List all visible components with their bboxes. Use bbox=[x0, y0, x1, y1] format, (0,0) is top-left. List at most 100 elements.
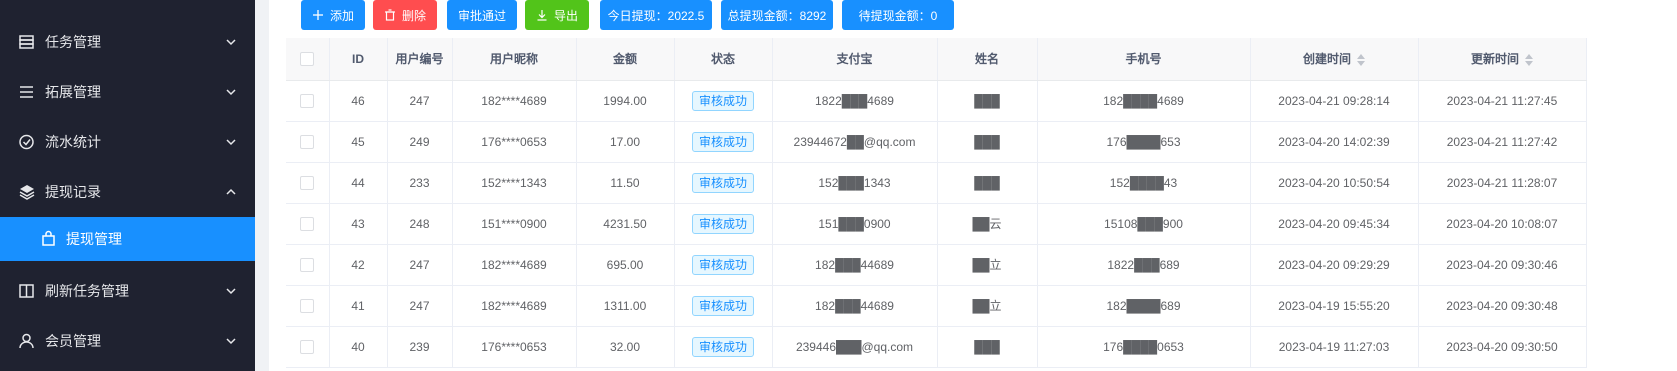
total-withdraw-button[interactable]: 总提现金额：8292 bbox=[721, 0, 833, 30]
cell-alipay: 239446███@qq.com bbox=[772, 326, 938, 368]
user-icon bbox=[18, 332, 36, 350]
cell-phone: 182████689 bbox=[1037, 285, 1251, 327]
cell-updated-time: 2023-04-20 09:30:50 bbox=[1418, 326, 1587, 368]
sidebar-item-refresh-task-management[interactable]: 刷新任务管理 bbox=[0, 266, 255, 316]
header-updated-time-label: 更新时间 bbox=[1470, 52, 1519, 67]
header-created-time-label: 创建时间 bbox=[1302, 52, 1351, 67]
add-button[interactable]: 添加 bbox=[301, 0, 365, 30]
cell-user-id: 247 bbox=[387, 244, 453, 286]
cell-status: 审核成功 bbox=[674, 80, 773, 122]
cell-id: 45 bbox=[329, 121, 388, 163]
cell-amount: 11.50 bbox=[576, 162, 675, 204]
row-checkbox[interactable] bbox=[300, 257, 315, 272]
delete-button-label: 删除 bbox=[401, 8, 426, 23]
cell-id: 46 bbox=[329, 80, 388, 122]
select-all-checkbox[interactable] bbox=[300, 52, 315, 67]
sort-icon[interactable] bbox=[1357, 54, 1365, 67]
table-row[interactable]: 42 247 182****4689 695.00 审核成功 182███44689 ██立… bbox=[286, 244, 1587, 286]
sidebar: 任务管理 拓展管理 流水统计 提现记录 提现管理 刷新任务管理 会员管理 bbox=[0, 0, 255, 371]
cell-created-time: 2023-04-20 10:50:54 bbox=[1250, 162, 1419, 204]
header-created-time[interactable]: 创建时间 bbox=[1250, 38, 1419, 81]
shopping-bag-icon bbox=[40, 230, 58, 248]
sidebar-item-label: 提现管理 bbox=[66, 231, 122, 247]
cell-created-time: 2023-04-21 09:28:14 bbox=[1250, 80, 1419, 122]
cell-created-time: 2023-04-19 11:27:03 bbox=[1250, 326, 1419, 368]
cell-amount: 1994.00 bbox=[576, 80, 675, 122]
cell-status: 审核成功 bbox=[674, 285, 773, 327]
export-button-label: 导出 bbox=[553, 8, 578, 23]
cell-name: ██立 bbox=[937, 285, 1038, 327]
table-row[interactable]: 41 247 182****4689 1311.00 审核成功 182███44689 ██… bbox=[286, 285, 1587, 327]
trash-icon bbox=[384, 9, 395, 21]
status-badge: 审核成功 bbox=[691, 295, 754, 316]
approve-button-label: 审批通过 bbox=[457, 8, 506, 23]
sidebar-item-withdraw-management[interactable]: 提现管理 bbox=[0, 217, 255, 261]
sidebar-item-flow-statistics[interactable]: 流水统计 bbox=[0, 117, 255, 167]
sidebar-item-withdraw-records[interactable]: 提现记录 bbox=[0, 167, 255, 217]
cell-amount: 4231.50 bbox=[576, 203, 675, 245]
row-select-cell bbox=[286, 121, 330, 163]
header-nickname: 用户昵称 bbox=[452, 38, 577, 81]
cell-name: ███ bbox=[937, 121, 1038, 163]
table-row[interactable]: 44 233 152****1343 11.50 审核成功 152███1343 ███ 15… bbox=[286, 162, 1587, 204]
row-checkbox[interactable] bbox=[300, 175, 315, 190]
table-row[interactable]: 43 248 151****0900 4231.50 审核成功 151███0900 ██云… bbox=[286, 203, 1587, 245]
cell-nickname: 151****0900 bbox=[452, 203, 577, 245]
row-checkbox[interactable] bbox=[300, 298, 315, 313]
cell-updated-time: 2023-04-20 09:30:48 bbox=[1418, 285, 1587, 327]
sidebar-item-label: 拓展管理 bbox=[45, 84, 101, 100]
cell-user-id: 249 bbox=[387, 121, 453, 163]
row-checkbox[interactable] bbox=[300, 93, 315, 108]
cell-nickname: 182****4689 bbox=[452, 244, 577, 286]
add-button-label: 添加 bbox=[329, 8, 354, 23]
row-checkbox[interactable] bbox=[300, 134, 315, 149]
status-badge: 审核成功 bbox=[691, 172, 754, 193]
cell-alipay: 152███1343 bbox=[772, 162, 938, 204]
cell-updated-time: 2023-04-20 10:08:07 bbox=[1418, 203, 1587, 245]
status-badge: 审核成功 bbox=[691, 254, 754, 275]
cell-updated-time: 2023-04-21 11:28:07 bbox=[1418, 162, 1587, 204]
pending-withdraw-label: 待提现金额：0 bbox=[858, 8, 938, 23]
cell-status: 审核成功 bbox=[674, 203, 773, 245]
select-all-cell bbox=[286, 38, 330, 81]
download-icon bbox=[537, 10, 547, 21]
cell-phone: 176████653 bbox=[1037, 121, 1251, 163]
chevron-down-icon bbox=[224, 334, 238, 348]
export-button[interactable]: 导出 bbox=[525, 0, 589, 30]
header-alipay: 支付宝 bbox=[772, 38, 938, 81]
cell-status: 审核成功 bbox=[674, 326, 773, 368]
cell-phone: 152████43 bbox=[1037, 162, 1251, 204]
check-circle-icon bbox=[18, 133, 36, 151]
sidebar-item-task-management[interactable]: 任务管理 bbox=[0, 17, 255, 67]
sort-icon[interactable] bbox=[1525, 54, 1533, 67]
cell-updated-time: 2023-04-21 11:27:42 bbox=[1418, 121, 1587, 163]
header-amount: 金额 bbox=[576, 38, 675, 81]
cell-created-time: 2023-04-20 09:45:34 bbox=[1250, 203, 1419, 245]
header-id: ID bbox=[329, 38, 388, 81]
delete-button[interactable]: 删除 bbox=[373, 0, 437, 30]
row-checkbox[interactable] bbox=[300, 339, 315, 354]
withdraw-table: ID 用户编号 用户昵称 金额 状态 支付宝 姓名 手机号 创建时间 更新时间 … bbox=[286, 38, 1587, 368]
table-row[interactable]: 45 249 176****0653 17.00 审核成功 23944672██@qq.c… bbox=[286, 121, 1587, 163]
chevron-down-icon bbox=[224, 85, 238, 99]
approve-button[interactable]: 审批通过 bbox=[447, 0, 517, 30]
database-icon bbox=[18, 33, 36, 51]
cell-id: 42 bbox=[329, 244, 388, 286]
pending-withdraw-button[interactable]: 待提现金额：0 bbox=[842, 0, 954, 30]
cell-nickname: 152****1343 bbox=[452, 162, 577, 204]
row-select-cell bbox=[286, 80, 330, 122]
cell-user-id: 247 bbox=[387, 80, 453, 122]
cell-id: 43 bbox=[329, 203, 388, 245]
sidebar-item-extension-management[interactable]: 拓展管理 bbox=[0, 67, 255, 117]
sidebar-item-label: 会员管理 bbox=[45, 333, 101, 349]
header-updated-time[interactable]: 更新时间 bbox=[1418, 38, 1587, 81]
sidebar-item-member-management[interactable]: 会员管理 bbox=[0, 316, 255, 366]
today-withdraw-button[interactable]: 今日提现：2022.5 bbox=[600, 0, 712, 30]
table-row[interactable]: 46 247 182****4689 1994.00 审核成功 1822███4689 ██… bbox=[286, 80, 1587, 122]
row-checkbox[interactable] bbox=[300, 216, 315, 231]
cell-alipay: 23944672██@qq.com bbox=[772, 121, 938, 163]
book-icon bbox=[18, 282, 36, 300]
main-content: 添加 删除 审批通过 导出 今日提现：2022.5 总提现金额：8292 待提现… bbox=[269, 0, 1677, 371]
table-row[interactable]: 40 239 176****0653 32.00 审核成功 239446███@qq.co… bbox=[286, 326, 1587, 368]
cell-amount: 695.00 bbox=[576, 244, 675, 286]
